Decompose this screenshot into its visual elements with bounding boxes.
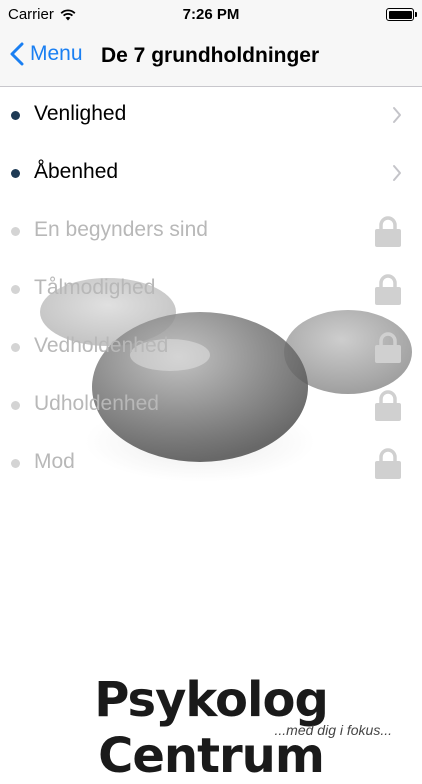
list-item-label: Mod (34, 450, 75, 473)
status-time: 7:26 PM (182, 6, 240, 23)
lock-icon (375, 216, 401, 247)
bullet-dot (11, 459, 20, 468)
bullet-dot (11, 401, 20, 410)
list-item-en-begynders-sind[interactable]: En begynders sind (0, 202, 422, 260)
list-item-udholdenhed[interactable]: Udholdenhed (0, 376, 422, 434)
chevron-right-icon (393, 107, 401, 123)
bullet-dot (11, 111, 20, 120)
psykolog-centrum-logo: Psykolog Centrum ...med dig i fokus... (0, 672, 422, 784)
lock-icon (375, 274, 401, 305)
chevron-left-icon (10, 42, 24, 66)
list-item-talmodighed[interactable]: Tålmodighed (0, 260, 422, 318)
page-title: De 7 grundholdninger (101, 44, 320, 67)
bullet-dot (11, 285, 20, 294)
list-item-vedholdenhed[interactable]: Vedholdenhed (0, 318, 422, 376)
lock-icon (375, 448, 401, 479)
list-item-abenhed[interactable]: Åbenhed (0, 144, 422, 202)
list-item-label: Tålmodighed (34, 276, 156, 299)
attitudes-list: Venlighed Åbenhed En begynders sind Tålm… (0, 86, 422, 492)
bullet-dot (11, 169, 20, 178)
lock-icon (375, 390, 401, 421)
back-button-label: Menu (30, 42, 83, 65)
bullet-dot (11, 343, 20, 352)
status-bar: Carrier 7:26 PM (0, 0, 422, 30)
lock-icon (375, 332, 401, 363)
list-item-venlighed[interactable]: Venlighed (0, 86, 422, 144)
battery-icon (386, 8, 417, 21)
bullet-dot (11, 227, 20, 236)
list-item-label: Udholdenhed (34, 392, 159, 415)
list-item-label: Vedholdenhed (34, 334, 169, 357)
navigation-bar: Menu De 7 grundholdninger (0, 30, 422, 87)
back-button[interactable]: Menu (10, 42, 83, 66)
list-item-mod[interactable]: Mod (0, 434, 422, 492)
logo-tagline: ...med dig i fokus... (274, 722, 393, 738)
list-item-label: En begynders sind (34, 218, 208, 241)
chevron-right-icon (393, 165, 401, 181)
list-item-label: Venlighed (34, 102, 127, 125)
list-item-label: Åbenhed (34, 160, 119, 183)
